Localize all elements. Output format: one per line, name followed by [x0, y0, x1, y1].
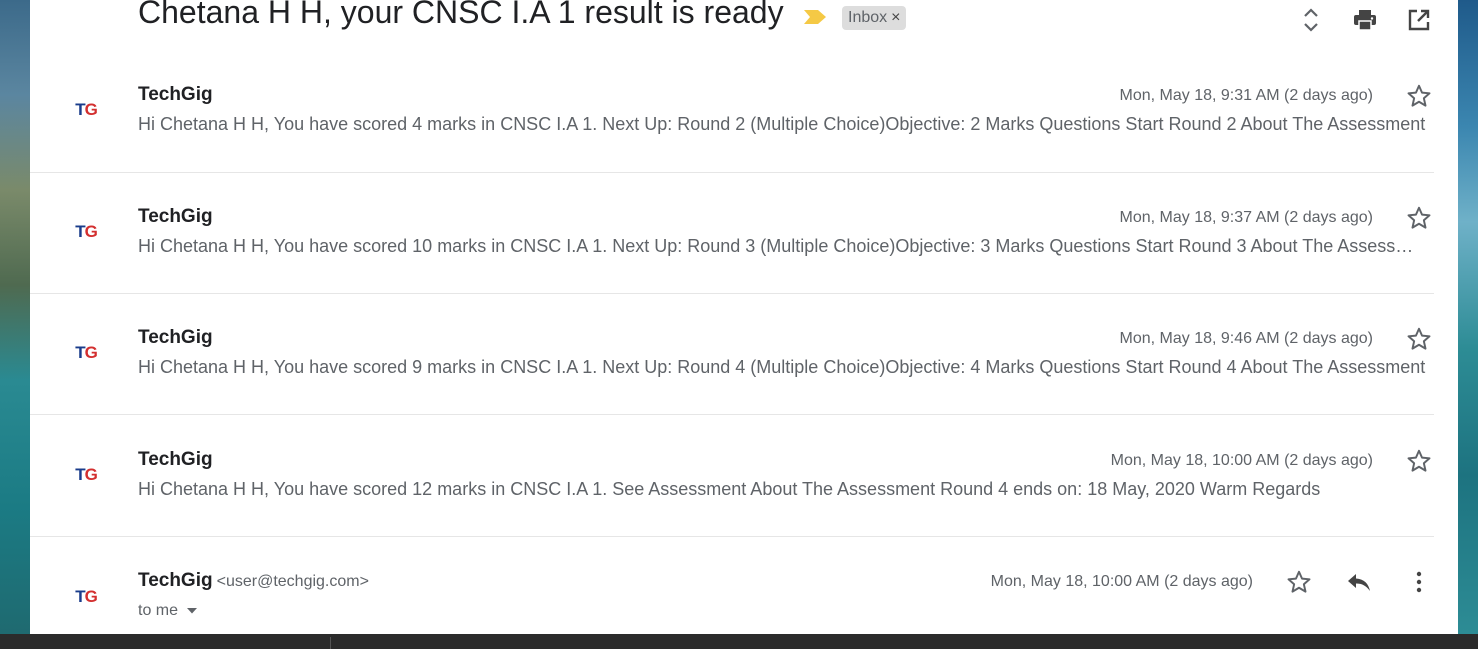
star-button[interactable]: [1405, 82, 1433, 110]
message-date: Mon, May 18, 10:00 AM (2 days ago): [1110, 452, 1373, 469]
star-outline-icon: [1287, 570, 1311, 593]
sender-name: TechGig: [138, 570, 213, 591]
message-date: Mon, May 18, 9:37 AM (2 days ago): [1119, 209, 1373, 226]
reply-button[interactable]: [1345, 568, 1373, 596]
unfold-icon: [1304, 8, 1318, 32]
star-button[interactable]: [1405, 325, 1433, 353]
sender-name[interactable]: TechGig: [138, 84, 213, 106]
star-button[interactable]: [1405, 447, 1433, 475]
sender-name[interactable]: TechGig: [138, 206, 213, 228]
star-button[interactable]: [1285, 568, 1313, 596]
open-in-new-icon: [1408, 9, 1430, 31]
sender-avatar: TG: [75, 343, 98, 362]
star-outline-icon: [1407, 327, 1431, 350]
message-divider: [30, 414, 1434, 415]
caret-down-icon: [187, 608, 198, 614]
message-date: Mon, May 18, 9:31 AM (2 days ago): [1119, 87, 1373, 104]
sender-email: <user@techgig.com>: [216, 573, 369, 590]
remove-label-button[interactable]: ×: [891, 6, 900, 30]
email-thread-panel: Chetana H H, your CNSC I.A 1 result is r…: [30, 0, 1458, 634]
expanded-sender[interactable]: TechGig <user@techgig.com>: [138, 570, 369, 592]
sender-avatar: TG: [75, 100, 98, 119]
message-divider: [30, 536, 1434, 537]
more-options-button[interactable]: [1405, 568, 1433, 596]
open-in-new-window-button[interactable]: [1405, 6, 1433, 34]
recipients-toggle[interactable]: to me: [138, 602, 198, 620]
more-vert-icon: [1416, 571, 1422, 593]
thread-subject: Chetana H H, your CNSC I.A 1 result is r…: [138, 0, 784, 30]
importance-marker-icon[interactable]: [802, 8, 828, 26]
inbox-label-text: Inbox: [848, 9, 888, 26]
taskbar: [0, 634, 1478, 649]
message-snippet[interactable]: Hi Chetana H H, You have scored 10 marks…: [138, 236, 1428, 257]
inbox-label-chip: Inbox ×: [842, 6, 907, 30]
message-snippet[interactable]: Hi Chetana H H, You have scored 9 marks …: [138, 357, 1428, 378]
print-icon: [1354, 10, 1376, 31]
recipient-text: to me: [138, 602, 179, 619]
sender-avatar: TG: [75, 222, 98, 241]
message-snippet[interactable]: Hi Chetana H H, You have scored 4 marks …: [138, 114, 1428, 135]
star-outline-icon: [1407, 206, 1431, 229]
message-divider: [30, 293, 1434, 294]
message-snippet[interactable]: Hi Chetana H H, You have scored 12 marks…: [138, 479, 1428, 500]
message-date: Mon, May 18, 10:00 AM (2 days ago): [990, 573, 1253, 590]
desktop-background-right: [1458, 0, 1478, 634]
reply-icon: [1348, 574, 1370, 591]
desktop-background-left: [0, 0, 30, 634]
message-date: Mon, May 18, 9:46 AM (2 days ago): [1119, 330, 1373, 347]
star-outline-icon: [1407, 84, 1431, 107]
message-divider: [30, 172, 1434, 173]
sender-name[interactable]: TechGig: [138, 327, 213, 349]
sender-avatar: TG: [75, 465, 98, 484]
subject-row: Chetana H H, your CNSC I.A 1 result is r…: [30, 0, 1458, 44]
taskbar-separator: [330, 637, 331, 649]
sender-avatar: TG: [75, 587, 98, 606]
expand-all-button[interactable]: [1297, 6, 1325, 34]
print-button[interactable]: [1351, 6, 1379, 34]
star-outline-icon: [1407, 449, 1431, 472]
sender-name[interactable]: TechGig: [138, 449, 213, 471]
star-button[interactable]: [1405, 204, 1433, 232]
